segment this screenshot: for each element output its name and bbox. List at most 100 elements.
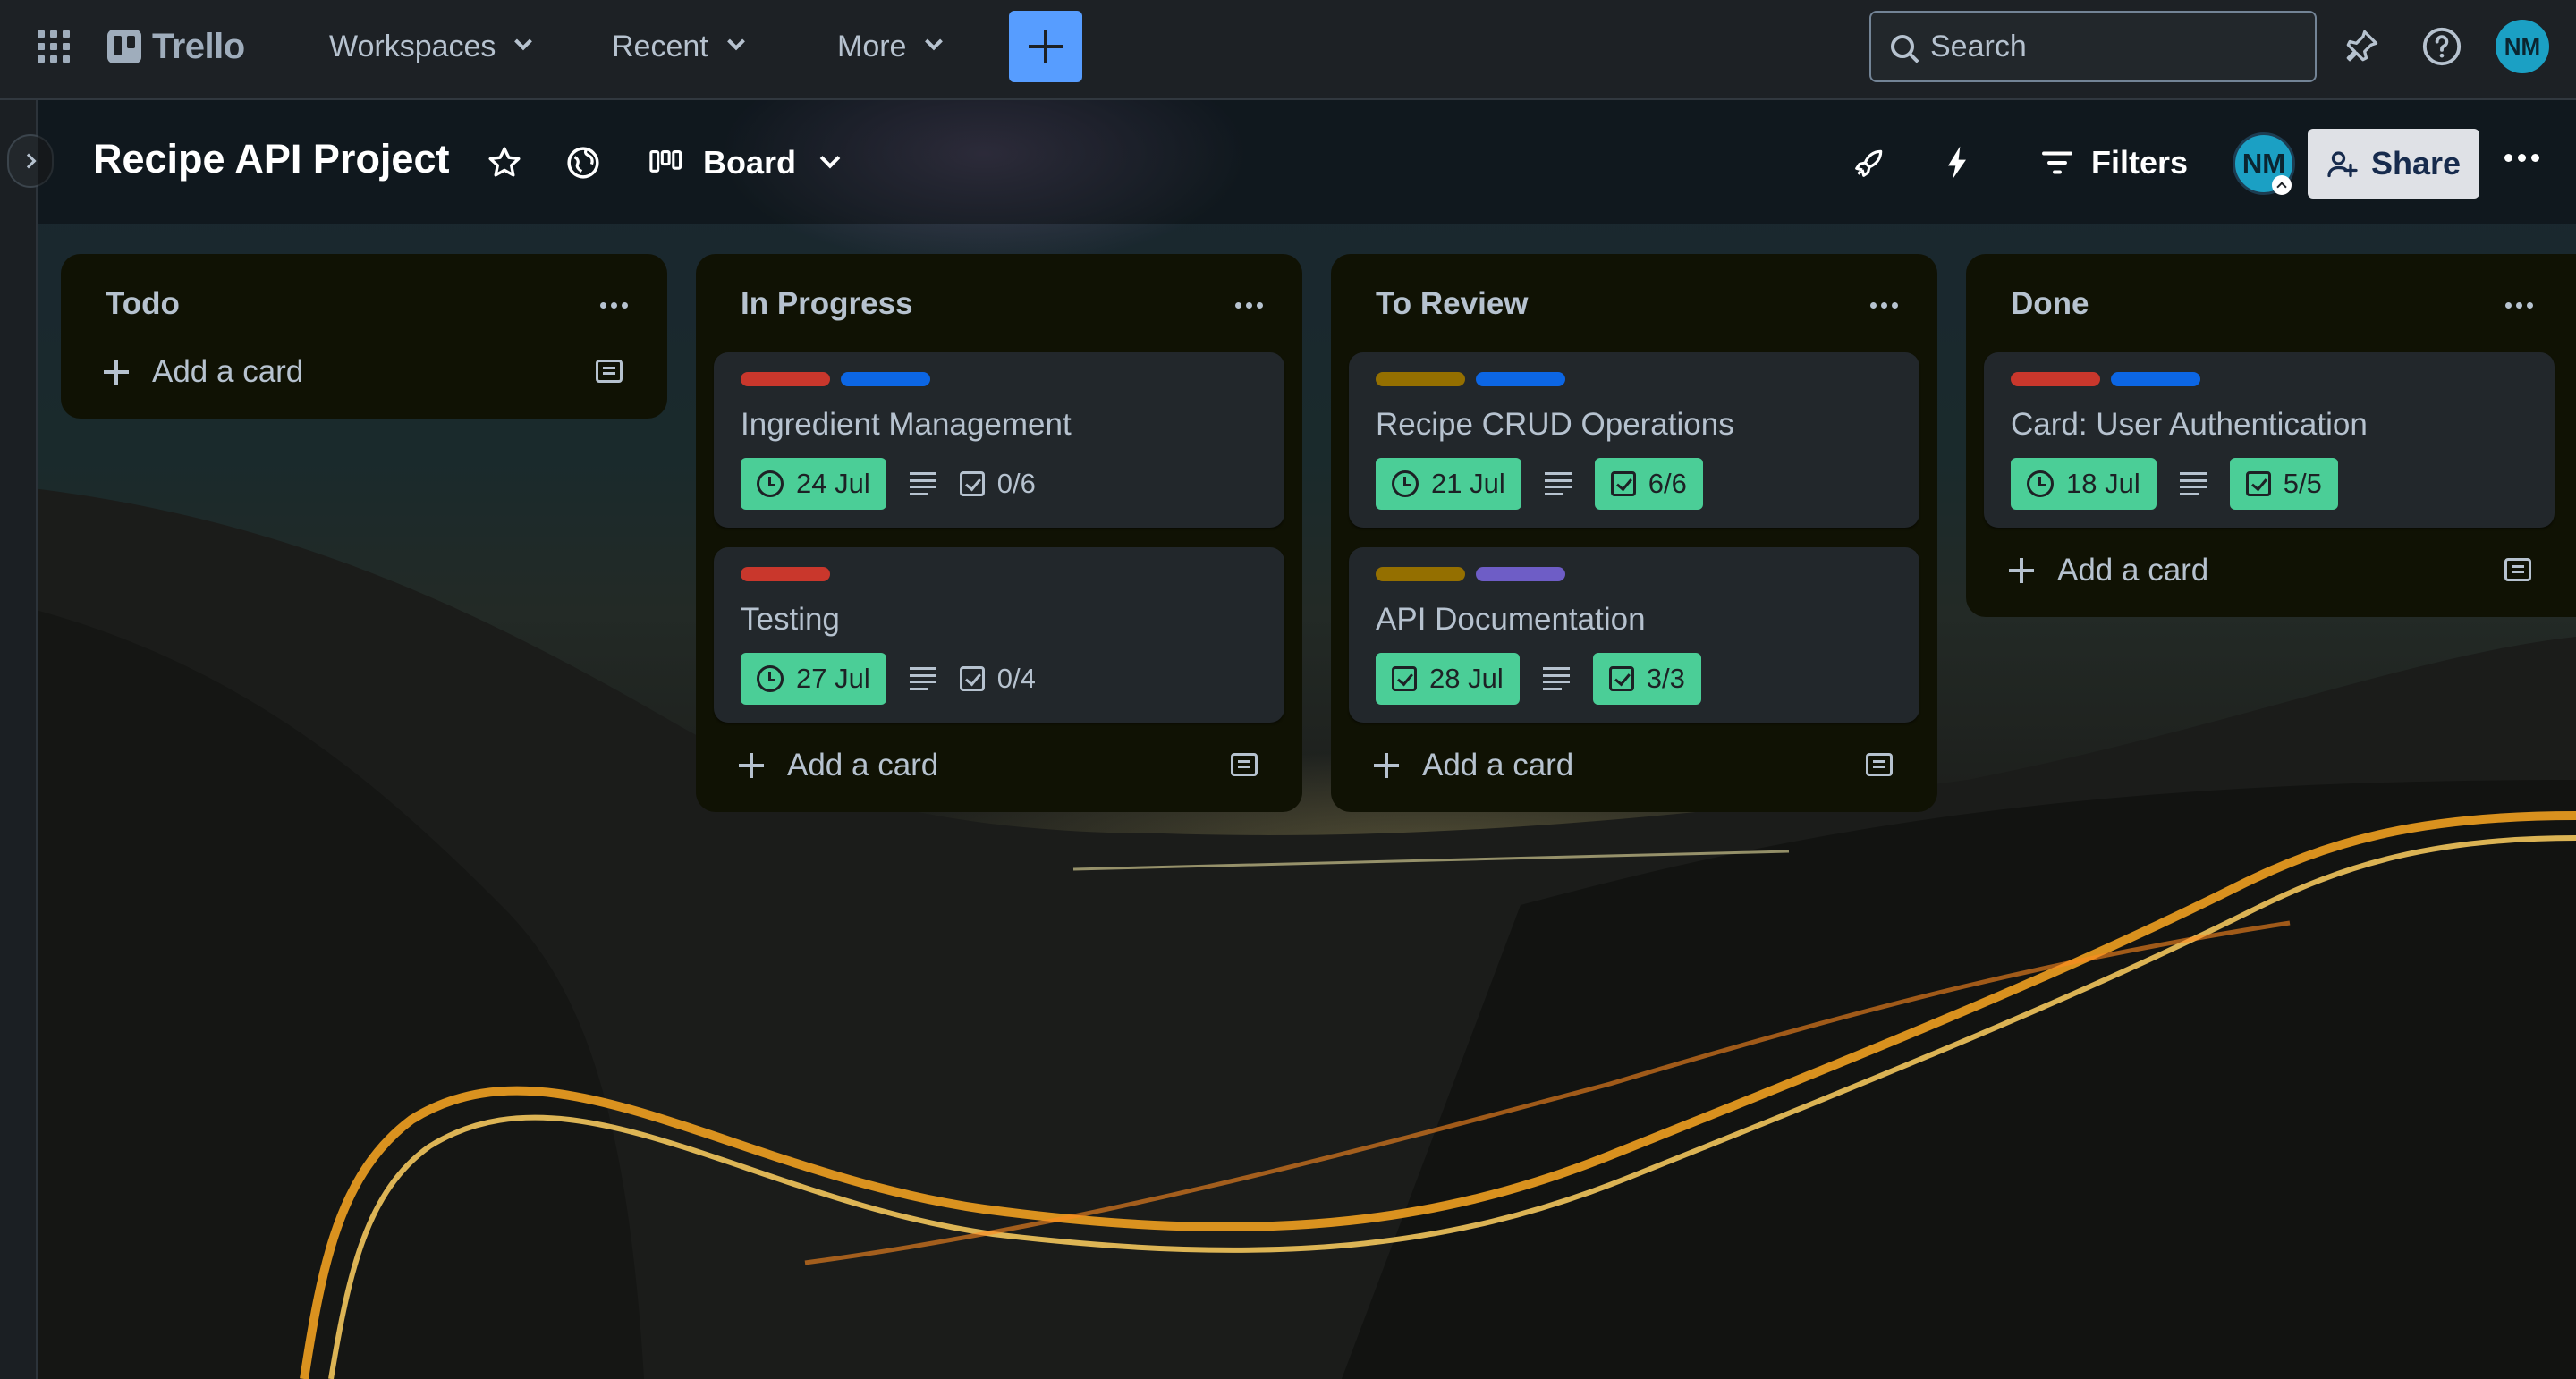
due-date-badge[interactable]: 21 Jul (1376, 458, 1521, 510)
card-labels[interactable] (1376, 567, 1893, 581)
user-avatar[interactable]: NM (2496, 20, 2549, 73)
recent-menu[interactable]: Recent (612, 23, 745, 70)
list-title[interactable]: Done (1984, 279, 2558, 329)
card-ingredient-management[interactable]: Ingredient Management 24 Jul 0/6 (714, 352, 1284, 528)
card-labels[interactable] (741, 567, 1258, 581)
list-title[interactable]: In Progress (714, 279, 1284, 329)
add-card-label: Add a card (1422, 748, 1574, 783)
add-person-icon (2327, 151, 2358, 178)
label-red[interactable] (741, 372, 830, 386)
checklist-icon (1610, 471, 1636, 496)
label-blue[interactable] (841, 372, 930, 386)
chevron-down-icon (514, 32, 533, 51)
globe-icon[interactable] (560, 140, 606, 186)
due-date-badge-complete[interactable]: 28 Jul (1376, 653, 1520, 705)
board-view-icon (649, 150, 682, 173)
label-yellow[interactable] (1376, 567, 1465, 581)
plus-icon (2009, 558, 2034, 583)
add-card-button[interactable]: Add a card (1984, 542, 2558, 599)
list-menu-icon[interactable] (2505, 302, 2533, 309)
checked-box-icon (1392, 666, 1417, 691)
due-date-text: 18 Jul (2066, 468, 2140, 499)
description-icon (909, 667, 936, 690)
due-date-badge[interactable]: 24 Jul (741, 458, 886, 510)
create-button[interactable] (1009, 11, 1082, 82)
list-title[interactable]: Todo (79, 279, 649, 329)
add-card-button[interactable]: Add a card (79, 343, 649, 401)
label-red[interactable] (741, 567, 830, 581)
checklist-badge-complete: 6/6 (1594, 458, 1703, 510)
add-card-label: Add a card (2057, 553, 2209, 588)
card-badges: 21 Jul 6/6 (1376, 458, 1893, 510)
checklist-count: 0/6 (996, 468, 1036, 499)
filters-button[interactable]: Filters (2041, 140, 2188, 186)
card-template-icon[interactable] (596, 360, 623, 383)
more-menu[interactable]: More (837, 23, 944, 70)
card-api-documentation[interactable]: API Documentation 28 Jul 3/3 (1349, 547, 1919, 723)
due-date-text: 24 Jul (796, 468, 870, 499)
checklist-badge-complete: 5/5 (2229, 458, 2338, 510)
add-card-button[interactable]: Add a card (714, 737, 1284, 794)
card-testing[interactable]: Testing 27 Jul 0/4 (714, 547, 1284, 723)
add-card-label: Add a card (152, 354, 304, 389)
plus-icon (739, 753, 764, 778)
board-menu-icon[interactable] (2504, 154, 2539, 162)
chevron-down-icon (925, 32, 944, 51)
search-icon (1891, 35, 1914, 58)
checklist-count: 5/5 (2283, 468, 2322, 499)
due-date-badge[interactable]: 27 Jul (741, 653, 886, 705)
help-icon[interactable] (2419, 23, 2465, 70)
workspaces-menu[interactable]: Workspaces (329, 23, 533, 70)
label-blue[interactable] (2111, 372, 2200, 386)
share-button[interactable]: Share (2308, 129, 2479, 199)
card-user-authentication[interactable]: Card: User Authentication 18 Jul 5/5 (1984, 352, 2555, 528)
star-icon[interactable] (481, 140, 528, 186)
due-date-text: 28 Jul (1429, 663, 1504, 694)
label-yellow[interactable] (1376, 372, 1465, 386)
list-menu-icon[interactable] (600, 302, 628, 309)
due-date-badge[interactable]: 18 Jul (2011, 458, 2157, 510)
card-labels[interactable] (2011, 372, 2528, 386)
search-box[interactable] (1869, 11, 2317, 82)
description-icon (1542, 667, 1570, 690)
notifications-icon[interactable] (2338, 23, 2385, 70)
search-input[interactable] (1930, 29, 2288, 64)
checklist-count: 3/3 (1646, 663, 1685, 694)
board-title[interactable]: Recipe API Project (93, 136, 449, 182)
card-template-icon[interactable] (1866, 753, 1893, 776)
filter-icon (2042, 151, 2072, 174)
list-todo: Todo Add a card (61, 254, 667, 419)
plus-icon (104, 360, 129, 385)
checklist-icon (1608, 666, 1634, 691)
board-view-switcher[interactable]: Board (649, 140, 841, 186)
app-switcher-icon[interactable] (34, 27, 73, 66)
description-icon (2179, 472, 2207, 495)
card-labels[interactable] (741, 372, 1258, 386)
admin-chevron-icon (2272, 175, 2292, 195)
card-template-icon[interactable] (1231, 753, 1258, 776)
automation-icon[interactable] (1934, 140, 1980, 186)
chevron-right-icon (21, 153, 37, 169)
add-card-button[interactable]: Add a card (1349, 737, 1919, 794)
label-blue[interactable] (1476, 372, 1565, 386)
power-ups-icon[interactable] (1846, 140, 1893, 186)
board-view-label: Board (703, 144, 797, 181)
recent-menu-label: Recent (612, 29, 708, 63)
card-recipe-crud-operations[interactable]: Recipe CRUD Operations 21 Jul 6/6 (1349, 352, 1919, 528)
list-menu-icon[interactable] (1870, 302, 1898, 309)
trello-logo[interactable]: Trello (107, 23, 245, 70)
card-template-icon[interactable] (2504, 558, 2531, 581)
card-badges: 27 Jul 0/4 (741, 653, 1258, 705)
card-labels[interactable] (1376, 372, 1893, 386)
clock-icon (757, 665, 784, 692)
chevron-down-icon (726, 32, 745, 51)
list-to-review: To Review Recipe CRUD Operations 21 Jul … (1331, 254, 1937, 812)
label-purple[interactable] (1476, 567, 1565, 581)
filters-label: Filters (2091, 144, 2189, 181)
list-title[interactable]: To Review (1349, 279, 1919, 329)
list-menu-icon[interactable] (1235, 302, 1263, 309)
label-red[interactable] (2011, 372, 2100, 386)
list-done: Done Card: User Authentication 18 Jul 5/… (1966, 254, 2576, 617)
more-menu-label: More (837, 29, 907, 63)
checklist-icon (2245, 471, 2271, 496)
